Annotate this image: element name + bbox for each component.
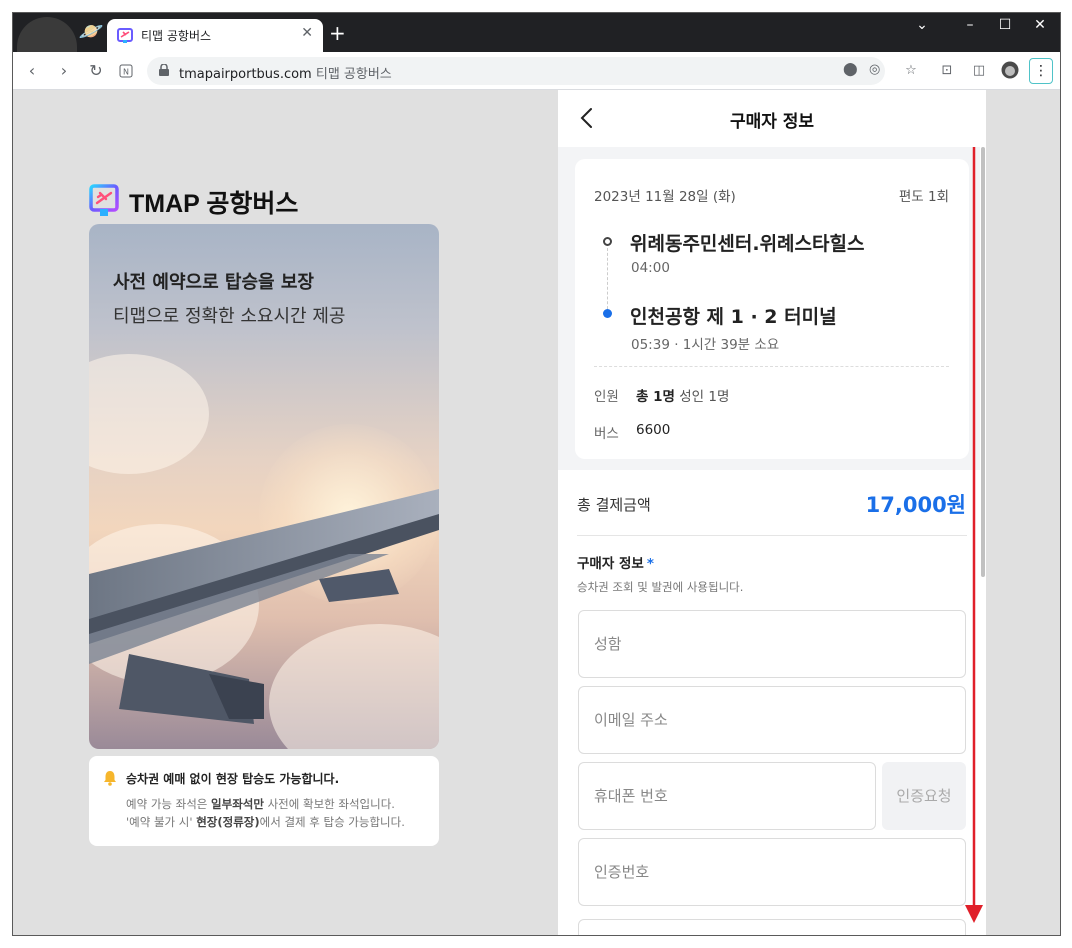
forward-nav-icon[interactable]: › xyxy=(53,60,75,82)
phone-placeholder: 휴대폰 번호 xyxy=(594,787,668,805)
naver-extension-icon[interactable]: N xyxy=(115,60,137,82)
people-value: 총 1명 성인 1명 xyxy=(636,385,729,405)
screenshot-icon[interactable]: ⊡ xyxy=(937,61,957,81)
close-window-icon[interactable]: ✕ xyxy=(1025,17,1055,33)
tmap-favicon-icon xyxy=(117,28,133,43)
tmap-logo-icon xyxy=(89,184,119,216)
name-placeholder: 성함 xyxy=(594,635,622,653)
trip-date: 2023년 11월 28일 (화) xyxy=(594,189,736,205)
total-payment-label: 총 결제금액 xyxy=(577,496,651,514)
notice-text: 사전에 확보한 좌석입니다. xyxy=(263,797,395,811)
total-payment-value: 17,000원 xyxy=(865,493,966,517)
destination-name: 인천공항 제 1 · 2 터미널 xyxy=(630,306,837,328)
people-label: 인원 xyxy=(594,389,619,405)
bell-icon xyxy=(104,771,116,786)
profile-avatar[interactable] xyxy=(1000,61,1020,81)
origin-name: 위례동주민센터.위례스타힐스 xyxy=(630,233,865,255)
minimize-icon[interactable]: – xyxy=(955,17,985,33)
browser-tab[interactable]: 티맵 공항버스 ✕ xyxy=(107,19,323,52)
svg-text:N: N xyxy=(123,68,129,77)
buyer-title-text: 구매자 정보 xyxy=(577,556,644,572)
phone-input[interactable]: 휴대폰 번호 xyxy=(578,762,876,830)
hero-title: 사전 예약으로 탑승을 보장 xyxy=(113,272,314,293)
trip-type: 편도 1회 xyxy=(898,189,949,205)
notice-emphasis: 현장(정류장) xyxy=(196,815,260,829)
page-viewport: TMAP 공항버스 사전 예약으로 탑승을 보장 티맵으로 정확한 소요시간 제… xyxy=(13,90,1060,935)
notice-box: 승차권 예매 없이 현장 탑승도 가능합니다. 예약 가능 좌석은 일부좌석만 … xyxy=(89,756,439,846)
notice-emphasis: 일부좌석만 xyxy=(211,797,264,811)
email-input[interactable]: 이메일 주소 xyxy=(578,686,966,754)
people-total: 총 1명 xyxy=(636,389,675,405)
address-bar[interactable]: tmapairportbus.com 티맵 공항버스 ⬤ ◎ xyxy=(147,57,885,85)
url-domain: tmapairportbus.com xyxy=(179,67,312,82)
divider xyxy=(577,535,967,536)
buyer-description: 승차권 조회 및 발권에 사용됩니다. xyxy=(577,580,744,594)
bus-label: 버스 xyxy=(594,426,619,442)
notice-text: 예약 가능 좌석은 xyxy=(126,797,212,811)
logo-text: TMAP 공항버스 xyxy=(129,190,299,218)
notice-text: 에서 결제 후 탑승 가능합니다. xyxy=(259,815,405,829)
notice-line-2: '예약 불가 시' 현장(정류장)에서 결제 후 탑승 가능합니다. xyxy=(126,814,405,830)
browser-toolbar: ‹ › ↻ N tmapairportbus.com 티맵 공항버스 ⬤ ◎ ☆… xyxy=(13,52,1060,90)
tab-close-icon[interactable]: ✕ xyxy=(301,25,313,41)
trip-summary-area: 2023년 11월 28일 (화) 편도 1회 위례동주민센터.위례스타힐스 0… xyxy=(558,147,986,470)
tab-bar: 🪐 티맵 공항버스 ✕ + ⌄ – ☐ ✕ xyxy=(13,13,1060,57)
notice-line-1: 예약 가능 좌석은 일부좌석만 사전에 확보한 좌석입니다. xyxy=(126,796,395,812)
planet-icon: 🪐 xyxy=(78,19,104,43)
url-page-title: 티맵 공항버스 xyxy=(315,67,392,82)
profile-avatar-corner xyxy=(17,17,77,57)
verification-code-input[interactable]: 인증번호 xyxy=(578,838,966,906)
location-pin-icon[interactable]: ⬤ xyxy=(843,62,858,77)
route-line xyxy=(607,248,608,314)
next-input[interactable] xyxy=(578,919,966,935)
maximize-icon[interactable]: ☐ xyxy=(990,17,1020,33)
browser-menu-icon[interactable]: ⋮ xyxy=(1029,58,1053,84)
email-placeholder: 이메일 주소 xyxy=(594,711,668,729)
back-nav-icon[interactable]: ‹ xyxy=(21,60,43,82)
origin-dot-icon xyxy=(603,237,612,246)
request-verification-button[interactable]: 인증요청 xyxy=(882,762,966,830)
browser-window: 🪐 티맵 공항버스 ✕ + ⌄ – ☐ ✕ ‹ › ↻ N tmapairpor… xyxy=(12,12,1061,936)
buyer-section-title: 구매자 정보 * xyxy=(577,552,654,572)
name-input[interactable]: 성함 xyxy=(578,610,966,678)
origin-time: 04:00 xyxy=(631,260,670,276)
new-tab-button[interactable]: + xyxy=(329,23,346,43)
scroll-down-arrow-icon xyxy=(965,147,983,923)
hero-subtitle: 티맵으로 정확한 소요시간 제공 xyxy=(113,306,346,327)
tab-title: 티맵 공항버스 xyxy=(141,29,212,43)
url-text: tmapairportbus.com 티맵 공항버스 xyxy=(179,63,392,82)
lock-icon xyxy=(159,64,169,76)
bookmark-star-icon[interactable]: ☆ xyxy=(901,61,921,81)
page-title: 구매자 정보 xyxy=(729,112,815,132)
code-placeholder: 인증번호 xyxy=(594,863,650,881)
booking-panel: 구매자 정보 2023년 11월 28일 (화) 편도 1회 위례동주민센터.위… xyxy=(558,90,986,935)
notice-text: '예약 불가 시' xyxy=(126,815,197,829)
destination-time: 05:39 · 1시간 39분 소요 xyxy=(631,337,780,353)
tab-search-icon[interactable]: ⌄ xyxy=(907,17,937,33)
side-panel-icon[interactable]: ◫ xyxy=(969,61,989,81)
bus-number: 6600 xyxy=(636,422,671,438)
required-mark: * xyxy=(646,556,654,572)
divider xyxy=(594,366,949,367)
destination-dot-icon xyxy=(603,309,612,318)
reload-icon[interactable]: ↻ xyxy=(85,60,107,82)
panel-header: 구매자 정보 xyxy=(558,90,986,147)
hero-banner: 사전 예약으로 탑승을 보장 티맵으로 정확한 소요시간 제공 xyxy=(89,224,439,749)
eye-slash-icon[interactable]: ◎ xyxy=(869,62,880,77)
people-detail: 성인 1명 xyxy=(674,389,730,405)
trip-card: 2023년 11월 28일 (화) 편도 1회 위례동주민센터.위례스타힐스 0… xyxy=(575,159,969,459)
notice-title: 승차권 예매 없이 현장 탑승도 가능합니다. xyxy=(126,772,340,786)
